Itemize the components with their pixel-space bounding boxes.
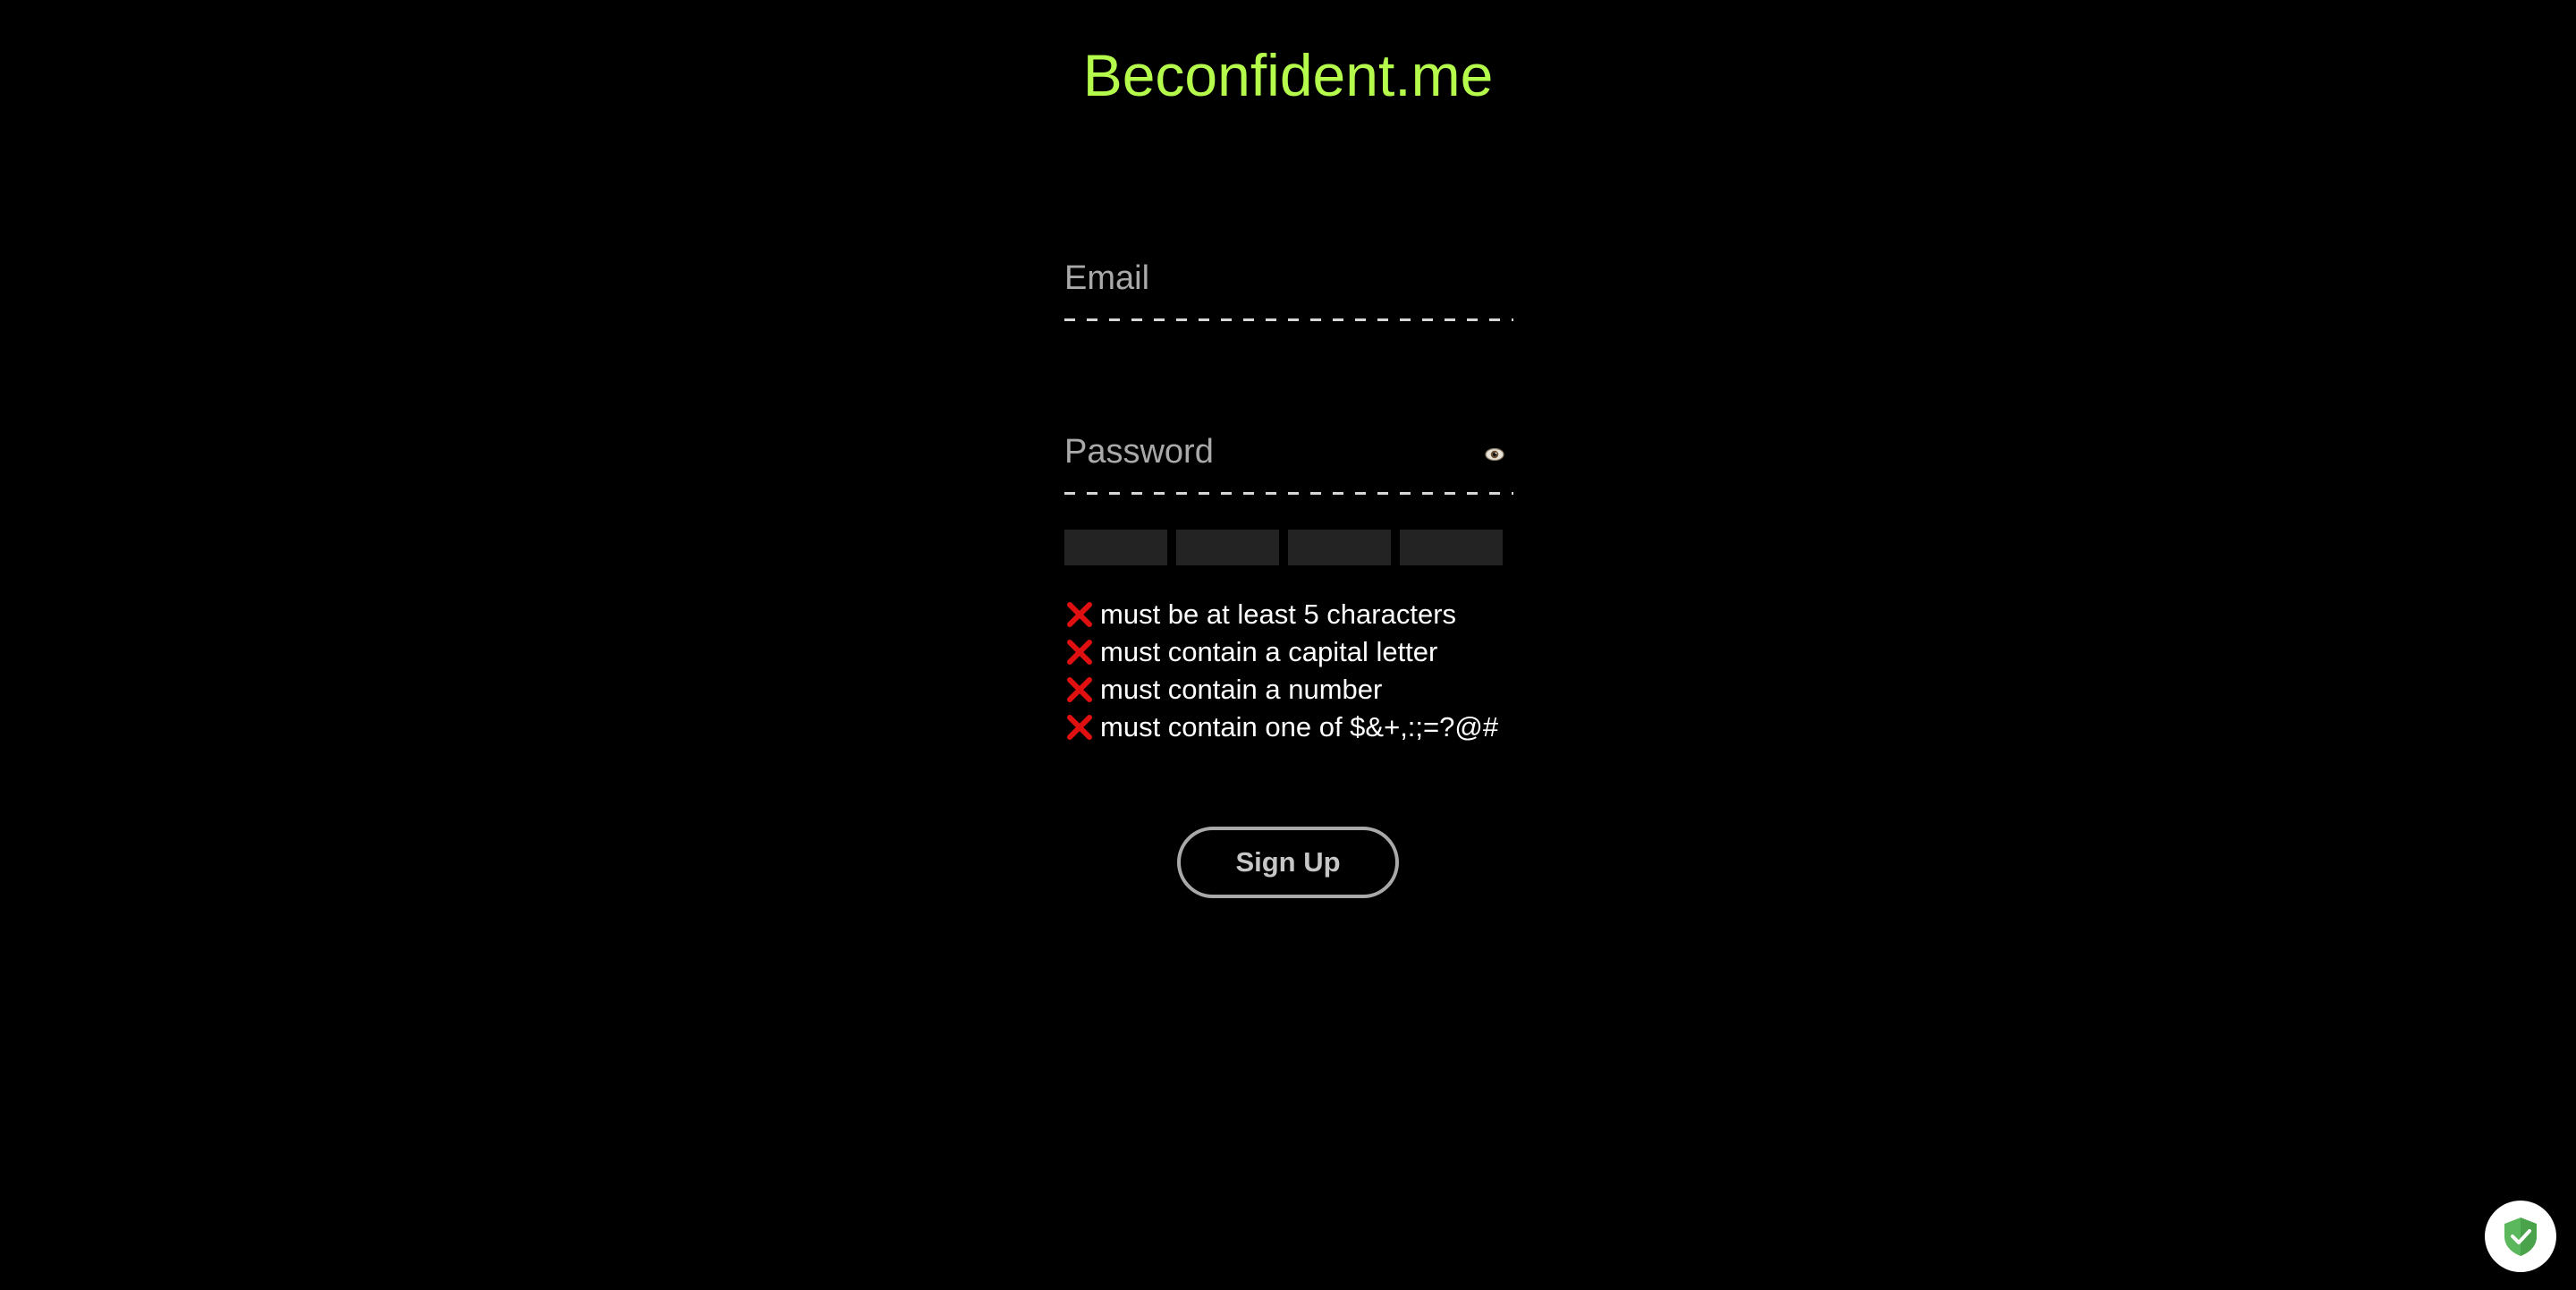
password-field-wrapper	[1064, 413, 1513, 499]
sign-up-button[interactable]: Sign Up	[1177, 827, 1399, 898]
email-input[interactable]	[1064, 240, 1513, 317]
email-field-wrapper	[1064, 240, 1513, 326]
password-rules-list: must be at least 5 characters must conta…	[1064, 596, 1513, 746]
site-logo[interactable]: Beconfident.me	[0, 39, 2576, 111]
cross-icon	[1067, 602, 1092, 627]
password-strength-meter	[1064, 530, 1513, 565]
strength-segment	[1400, 530, 1503, 565]
password-input[interactable]	[1064, 413, 1513, 490]
eye-icon[interactable]	[1485, 447, 1504, 462]
password-rule-text: must contain a capital letter	[1100, 636, 1438, 667]
password-rule: must contain a number	[1064, 671, 1513, 709]
password-rule-text: must contain one of $&+,:;=?@#	[1100, 711, 1499, 743]
password-rule: must contain one of $&+,:;=?@#	[1064, 709, 1513, 746]
signup-page: Beconfident.me Email must be at least 5 …	[0, 0, 2576, 1290]
strength-segment	[1288, 530, 1391, 565]
strength-segment	[1176, 530, 1279, 565]
signup-form: must be at least 5 characters must conta…	[1064, 240, 1513, 760]
cross-icon	[1067, 715, 1092, 740]
shield-check-icon	[2504, 1218, 2537, 1256]
security-badge[interactable]	[2485, 1201, 2556, 1272]
password-rule-text: must contain a number	[1100, 674, 1383, 705]
password-underline	[1064, 492, 1513, 495]
password-rule: must contain a capital letter	[1064, 633, 1513, 671]
password-rule: must be at least 5 characters	[1064, 596, 1513, 633]
password-rule-text: must be at least 5 characters	[1100, 598, 1457, 630]
email-underline	[1064, 318, 1513, 321]
strength-segment	[1064, 530, 1167, 565]
cross-icon	[1067, 677, 1092, 702]
cross-icon	[1067, 640, 1092, 665]
